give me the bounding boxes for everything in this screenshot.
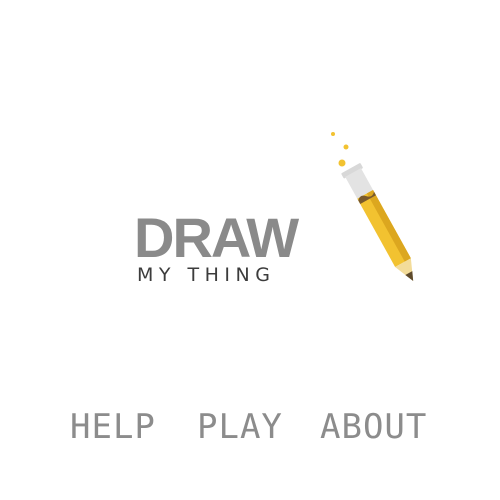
sparkle-dot — [331, 132, 335, 136]
main-menu: HELP PLAY ABOUT — [0, 404, 500, 450]
sparkle-dot — [343, 144, 349, 150]
pencil-icon — [331, 132, 414, 281]
sparkle-dot — [338, 159, 346, 167]
help-button[interactable]: HELP — [70, 404, 156, 450]
logo-title-subtitle: MY THING — [137, 264, 276, 286]
logo-title-draw: DRAW — [134, 206, 299, 269]
play-button[interactable]: PLAY — [197, 404, 283, 450]
about-button[interactable]: ABOUT — [320, 404, 427, 450]
